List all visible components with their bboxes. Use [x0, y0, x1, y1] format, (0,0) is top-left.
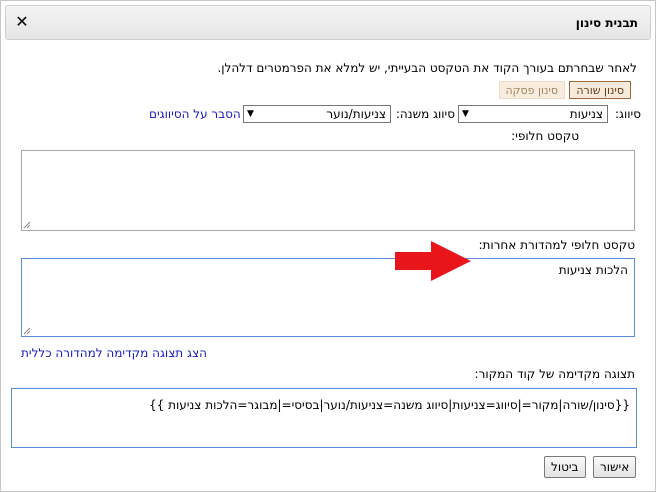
- line-filter-button[interactable]: סינון שורה: [569, 81, 631, 99]
- classification-value: צניעות: [569, 107, 603, 121]
- annotation-arrow-icon: [395, 241, 471, 281]
- classification-select[interactable]: צניעות ▼: [458, 105, 608, 123]
- alt-text-field[interactable]: [21, 150, 635, 231]
- resize-grip-icon[interactable]: [23, 221, 31, 229]
- filter-template-dialog: תבנית סינון ✕ לאחר שבחרתם בעורך הקוד את …: [0, 0, 656, 492]
- alt-text-label: טקסט חלופי:: [511, 129, 579, 143]
- sub-classification-label: סיווג משנה:: [395, 107, 455, 121]
- chevron-down-icon: ▼: [462, 109, 469, 119]
- intro-text: לאחר שבחרתם בעורך הקוד את הטקסט הבעייתי,…: [217, 61, 637, 75]
- alt-text-other-label: טקסט חלופי למהדורת אחרות:: [478, 238, 635, 252]
- classification-help-link[interactable]: הסבר על הסיווגים: [149, 107, 241, 121]
- paragraph-filter-button[interactable]: סינון פסקה: [498, 81, 565, 99]
- close-icon[interactable]: ✕: [12, 12, 32, 32]
- source-preview-label: תצוגה מקדימה של קוד המקור:: [474, 367, 635, 381]
- alt-text-other-field[interactable]: הלכות צניעות: [21, 258, 635, 337]
- sub-classification-value: צניעות/נוער: [326, 107, 386, 121]
- source-preview-box: {{סינון/שורה|מקור=|סיווג=צניעות|סיווג מש…: [11, 388, 637, 448]
- general-edition-preview-link[interactable]: הצג תצוגה מקדימה למהדורה כללית: [21, 346, 207, 360]
- sub-classification-select[interactable]: צניעות/נוער ▼: [243, 105, 391, 123]
- dialog-title: תבנית סינון: [575, 16, 638, 30]
- alt-text-other-value: הלכות צניעות: [558, 263, 628, 277]
- dialog-titlebar: תבנית סינון ✕: [5, 5, 651, 40]
- cancel-button[interactable]: ביטול: [544, 456, 586, 478]
- chevron-down-icon: ▼: [247, 109, 254, 119]
- source-preview-value: {{סינון/שורה|מקור=|סיווג=צניעות|סיווג מש…: [149, 398, 630, 412]
- classification-label: סיווג:: [615, 107, 641, 121]
- resize-grip-icon[interactable]: [23, 327, 31, 335]
- ok-button[interactable]: אישור: [593, 456, 637, 478]
